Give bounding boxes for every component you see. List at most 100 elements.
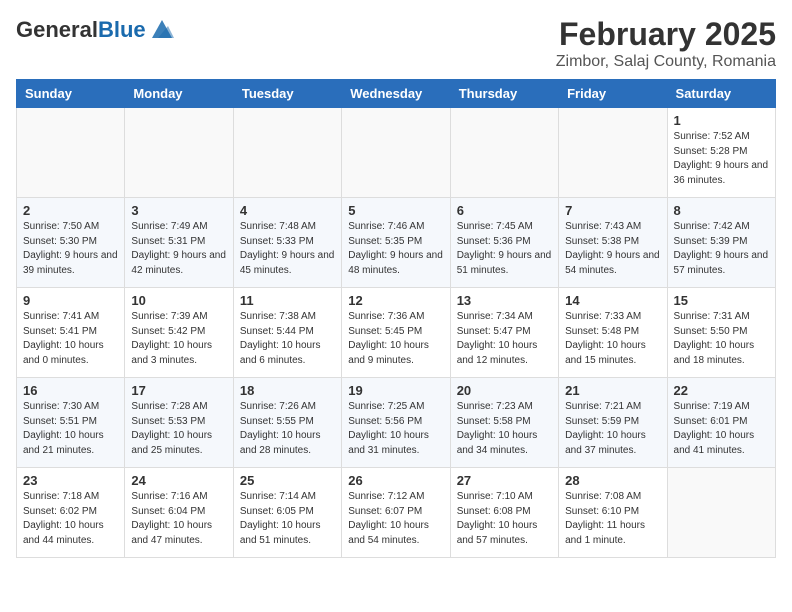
weekday-header-friday: Friday bbox=[559, 80, 667, 108]
logo: GeneralBlue bbox=[16, 16, 176, 44]
week-row-2: 2 Sunrise: 7:50 AM Sunset: 5:30 PM Daylig… bbox=[17, 198, 776, 288]
day-info: Sunrise: 7:41 AM Sunset: 5:41 PM Dayligh… bbox=[23, 310, 118, 368]
day-info: Sunrise: 7:38 AM Sunset: 5:44 PM Dayligh… bbox=[240, 310, 335, 368]
calendar-cell: 2 Sunrise: 7:50 AM Sunset: 5:30 PM Daylig… bbox=[17, 198, 125, 288]
day-number: 22 bbox=[674, 383, 769, 398]
day-number: 20 bbox=[457, 383, 552, 398]
day-number: 26 bbox=[348, 473, 443, 488]
day-info: Sunrise: 7:30 AM Sunset: 5:51 PM Dayligh… bbox=[23, 400, 118, 458]
day-number: 6 bbox=[457, 203, 552, 218]
calendar-cell: 3Sunrise: 7:49 AM Sunset: 5:31 PM Daylig… bbox=[125, 198, 233, 288]
day-number: 25 bbox=[240, 473, 335, 488]
calendar-cell: 15 Sunrise: 7:31 AM Sunset: 5:50 PM Dayli… bbox=[667, 288, 775, 378]
day-number: 9 bbox=[23, 293, 118, 308]
calendar-cell: 23 Sunrise: 7:18 AM Sunset: 6:02 PM Dayli… bbox=[17, 468, 125, 558]
day-info: Sunrise: 7:50 AM Sunset: 5:30 PM Dayligh… bbox=[23, 220, 118, 278]
week-row-3: 9 Sunrise: 7:41 AM Sunset: 5:41 PM Daylig… bbox=[17, 288, 776, 378]
calendar-cell bbox=[450, 108, 558, 198]
calendar-cell: 9 Sunrise: 7:41 AM Sunset: 5:41 PM Daylig… bbox=[17, 288, 125, 378]
calendar-cell: 25 Sunrise: 7:14 AM Sunset: 6:05 PM Dayli… bbox=[233, 468, 341, 558]
day-info: Sunrise: 7:45 AM Sunset: 5:36 PM Dayligh… bbox=[457, 220, 552, 278]
day-info: Sunrise: 7:14 AM Sunset: 6:05 PM Dayligh… bbox=[240, 490, 335, 548]
day-info: Sunrise: 7:12 AM Sunset: 6:07 PM Dayligh… bbox=[348, 490, 443, 548]
calendar-cell bbox=[667, 468, 775, 558]
day-info: Sunrise: 7:08 AM Sunset: 6:10 PM Dayligh… bbox=[565, 490, 660, 548]
weekday-header-thursday: Thursday bbox=[450, 80, 558, 108]
calendar-cell: 11 Sunrise: 7:38 AM Sunset: 5:44 PM Dayli… bbox=[233, 288, 341, 378]
day-number: 7 bbox=[565, 203, 660, 218]
logo-general-text: General bbox=[16, 17, 98, 42]
day-number: 16 bbox=[23, 383, 118, 398]
day-info: Sunrise: 7:16 AM Sunset: 6:04 PM Dayligh… bbox=[131, 490, 226, 548]
day-info: Sunrise: 7:46 AM Sunset: 5:35 PM Dayligh… bbox=[348, 220, 443, 278]
calendar-cell: 1 Sunrise: 7:52 AM Sunset: 5:28 PM Daylig… bbox=[667, 108, 775, 198]
day-number: 1 bbox=[674, 113, 769, 128]
day-number: 18 bbox=[240, 383, 335, 398]
day-info: Sunrise: 7:28 AM Sunset: 5:53 PM Dayligh… bbox=[131, 400, 226, 458]
weekday-header-saturday: Saturday bbox=[667, 80, 775, 108]
calendar-cell: 28 Sunrise: 7:08 AM Sunset: 6:10 PM Dayli… bbox=[559, 468, 667, 558]
calendar-cell: 4 Sunrise: 7:48 AM Sunset: 5:33 PM Daylig… bbox=[233, 198, 341, 288]
week-row-1: 1 Sunrise: 7:52 AM Sunset: 5:28 PM Daylig… bbox=[17, 108, 776, 198]
day-info: Sunrise: 7:36 AM Sunset: 5:45 PM Dayligh… bbox=[348, 310, 443, 368]
weekday-header-tuesday: Tuesday bbox=[233, 80, 341, 108]
title-block: February 2025 Zimbor, Salaj County, Roma… bbox=[556, 16, 776, 71]
day-info: Sunrise: 7:39 AM Sunset: 5:42 PM Dayligh… bbox=[131, 310, 226, 368]
calendar-cell: 26 Sunrise: 7:12 AM Sunset: 6:07 PM Dayli… bbox=[342, 468, 450, 558]
day-number: 5 bbox=[348, 203, 443, 218]
day-number: 17 bbox=[131, 383, 226, 398]
day-number: 27 bbox=[457, 473, 552, 488]
day-info: Sunrise: 7:33 AM Sunset: 5:48 PM Dayligh… bbox=[565, 310, 660, 368]
day-info: Sunrise: 7:18 AM Sunset: 6:02 PM Dayligh… bbox=[23, 490, 118, 548]
calendar-subtitle: Zimbor, Salaj County, Romania bbox=[556, 53, 776, 71]
calendar-cell: 14 Sunrise: 7:33 AM Sunset: 5:48 PM Dayli… bbox=[559, 288, 667, 378]
day-info: Sunrise: 7:19 AM Sunset: 6:01 PM Dayligh… bbox=[674, 400, 769, 458]
day-info: Sunrise: 7:21 AM Sunset: 5:59 PM Dayligh… bbox=[565, 400, 660, 458]
day-info: Sunrise: 7:23 AM Sunset: 5:58 PM Dayligh… bbox=[457, 400, 552, 458]
calendar-cell: 6 Sunrise: 7:45 AM Sunset: 5:36 PM Daylig… bbox=[450, 198, 558, 288]
day-number: 19 bbox=[348, 383, 443, 398]
calendar-cell: 27 Sunrise: 7:10 AM Sunset: 6:08 PM Dayli… bbox=[450, 468, 558, 558]
calendar-cell: 22 Sunrise: 7:19 AM Sunset: 6:01 PM Dayli… bbox=[667, 378, 775, 468]
calendar-title: February 2025 bbox=[556, 16, 776, 53]
day-info: Sunrise: 7:26 AM Sunset: 5:55 PM Dayligh… bbox=[240, 400, 335, 458]
day-number: 24 bbox=[131, 473, 226, 488]
day-number: 28 bbox=[565, 473, 660, 488]
calendar-cell bbox=[17, 108, 125, 198]
week-row-4: 16 Sunrise: 7:30 AM Sunset: 5:51 PM Dayli… bbox=[17, 378, 776, 468]
page-header: GeneralBlue February 2025 Zimbor, Salaj … bbox=[16, 16, 776, 71]
calendar-cell: 18 Sunrise: 7:26 AM Sunset: 5:55 PM Dayli… bbox=[233, 378, 341, 468]
day-number: 3 bbox=[131, 203, 226, 218]
day-info: Sunrise: 7:48 AM Sunset: 5:33 PM Dayligh… bbox=[240, 220, 335, 278]
day-number: 23 bbox=[23, 473, 118, 488]
day-info: Sunrise: 7:34 AM Sunset: 5:47 PM Dayligh… bbox=[457, 310, 552, 368]
logo-blue-text: Blue bbox=[98, 17, 146, 42]
calendar-cell: 5 Sunrise: 7:46 AM Sunset: 5:35 PM Daylig… bbox=[342, 198, 450, 288]
day-info: Sunrise: 7:25 AM Sunset: 5:56 PM Dayligh… bbox=[348, 400, 443, 458]
day-info: Sunrise: 7:42 AM Sunset: 5:39 PM Dayligh… bbox=[674, 220, 769, 278]
day-number: 10 bbox=[131, 293, 226, 308]
logo-icon bbox=[148, 16, 176, 44]
day-info: Sunrise: 7:52 AM Sunset: 5:28 PM Dayligh… bbox=[674, 130, 769, 188]
day-number: 13 bbox=[457, 293, 552, 308]
day-number: 14 bbox=[565, 293, 660, 308]
calendar-cell: 16 Sunrise: 7:30 AM Sunset: 5:51 PM Dayli… bbox=[17, 378, 125, 468]
calendar-cell bbox=[233, 108, 341, 198]
calendar-cell: 10 Sunrise: 7:39 AM Sunset: 5:42 PM Dayli… bbox=[125, 288, 233, 378]
calendar-cell: 7Sunrise: 7:43 AM Sunset: 5:38 PM Daylig… bbox=[559, 198, 667, 288]
day-info: Sunrise: 7:10 AM Sunset: 6:08 PM Dayligh… bbox=[457, 490, 552, 548]
day-info: Sunrise: 7:31 AM Sunset: 5:50 PM Dayligh… bbox=[674, 310, 769, 368]
day-number: 21 bbox=[565, 383, 660, 398]
day-number: 15 bbox=[674, 293, 769, 308]
day-number: 11 bbox=[240, 293, 335, 308]
calendar-cell bbox=[125, 108, 233, 198]
day-number: 4 bbox=[240, 203, 335, 218]
day-number: 12 bbox=[348, 293, 443, 308]
weekday-header-sunday: Sunday bbox=[17, 80, 125, 108]
weekday-header-wednesday: Wednesday bbox=[342, 80, 450, 108]
calendar-cell: 24 Sunrise: 7:16 AM Sunset: 6:04 PM Dayli… bbox=[125, 468, 233, 558]
calendar-cell bbox=[559, 108, 667, 198]
weekday-header-monday: Monday bbox=[125, 80, 233, 108]
calendar-cell: 17 Sunrise: 7:28 AM Sunset: 5:53 PM Dayli… bbox=[125, 378, 233, 468]
day-number: 2 bbox=[23, 203, 118, 218]
